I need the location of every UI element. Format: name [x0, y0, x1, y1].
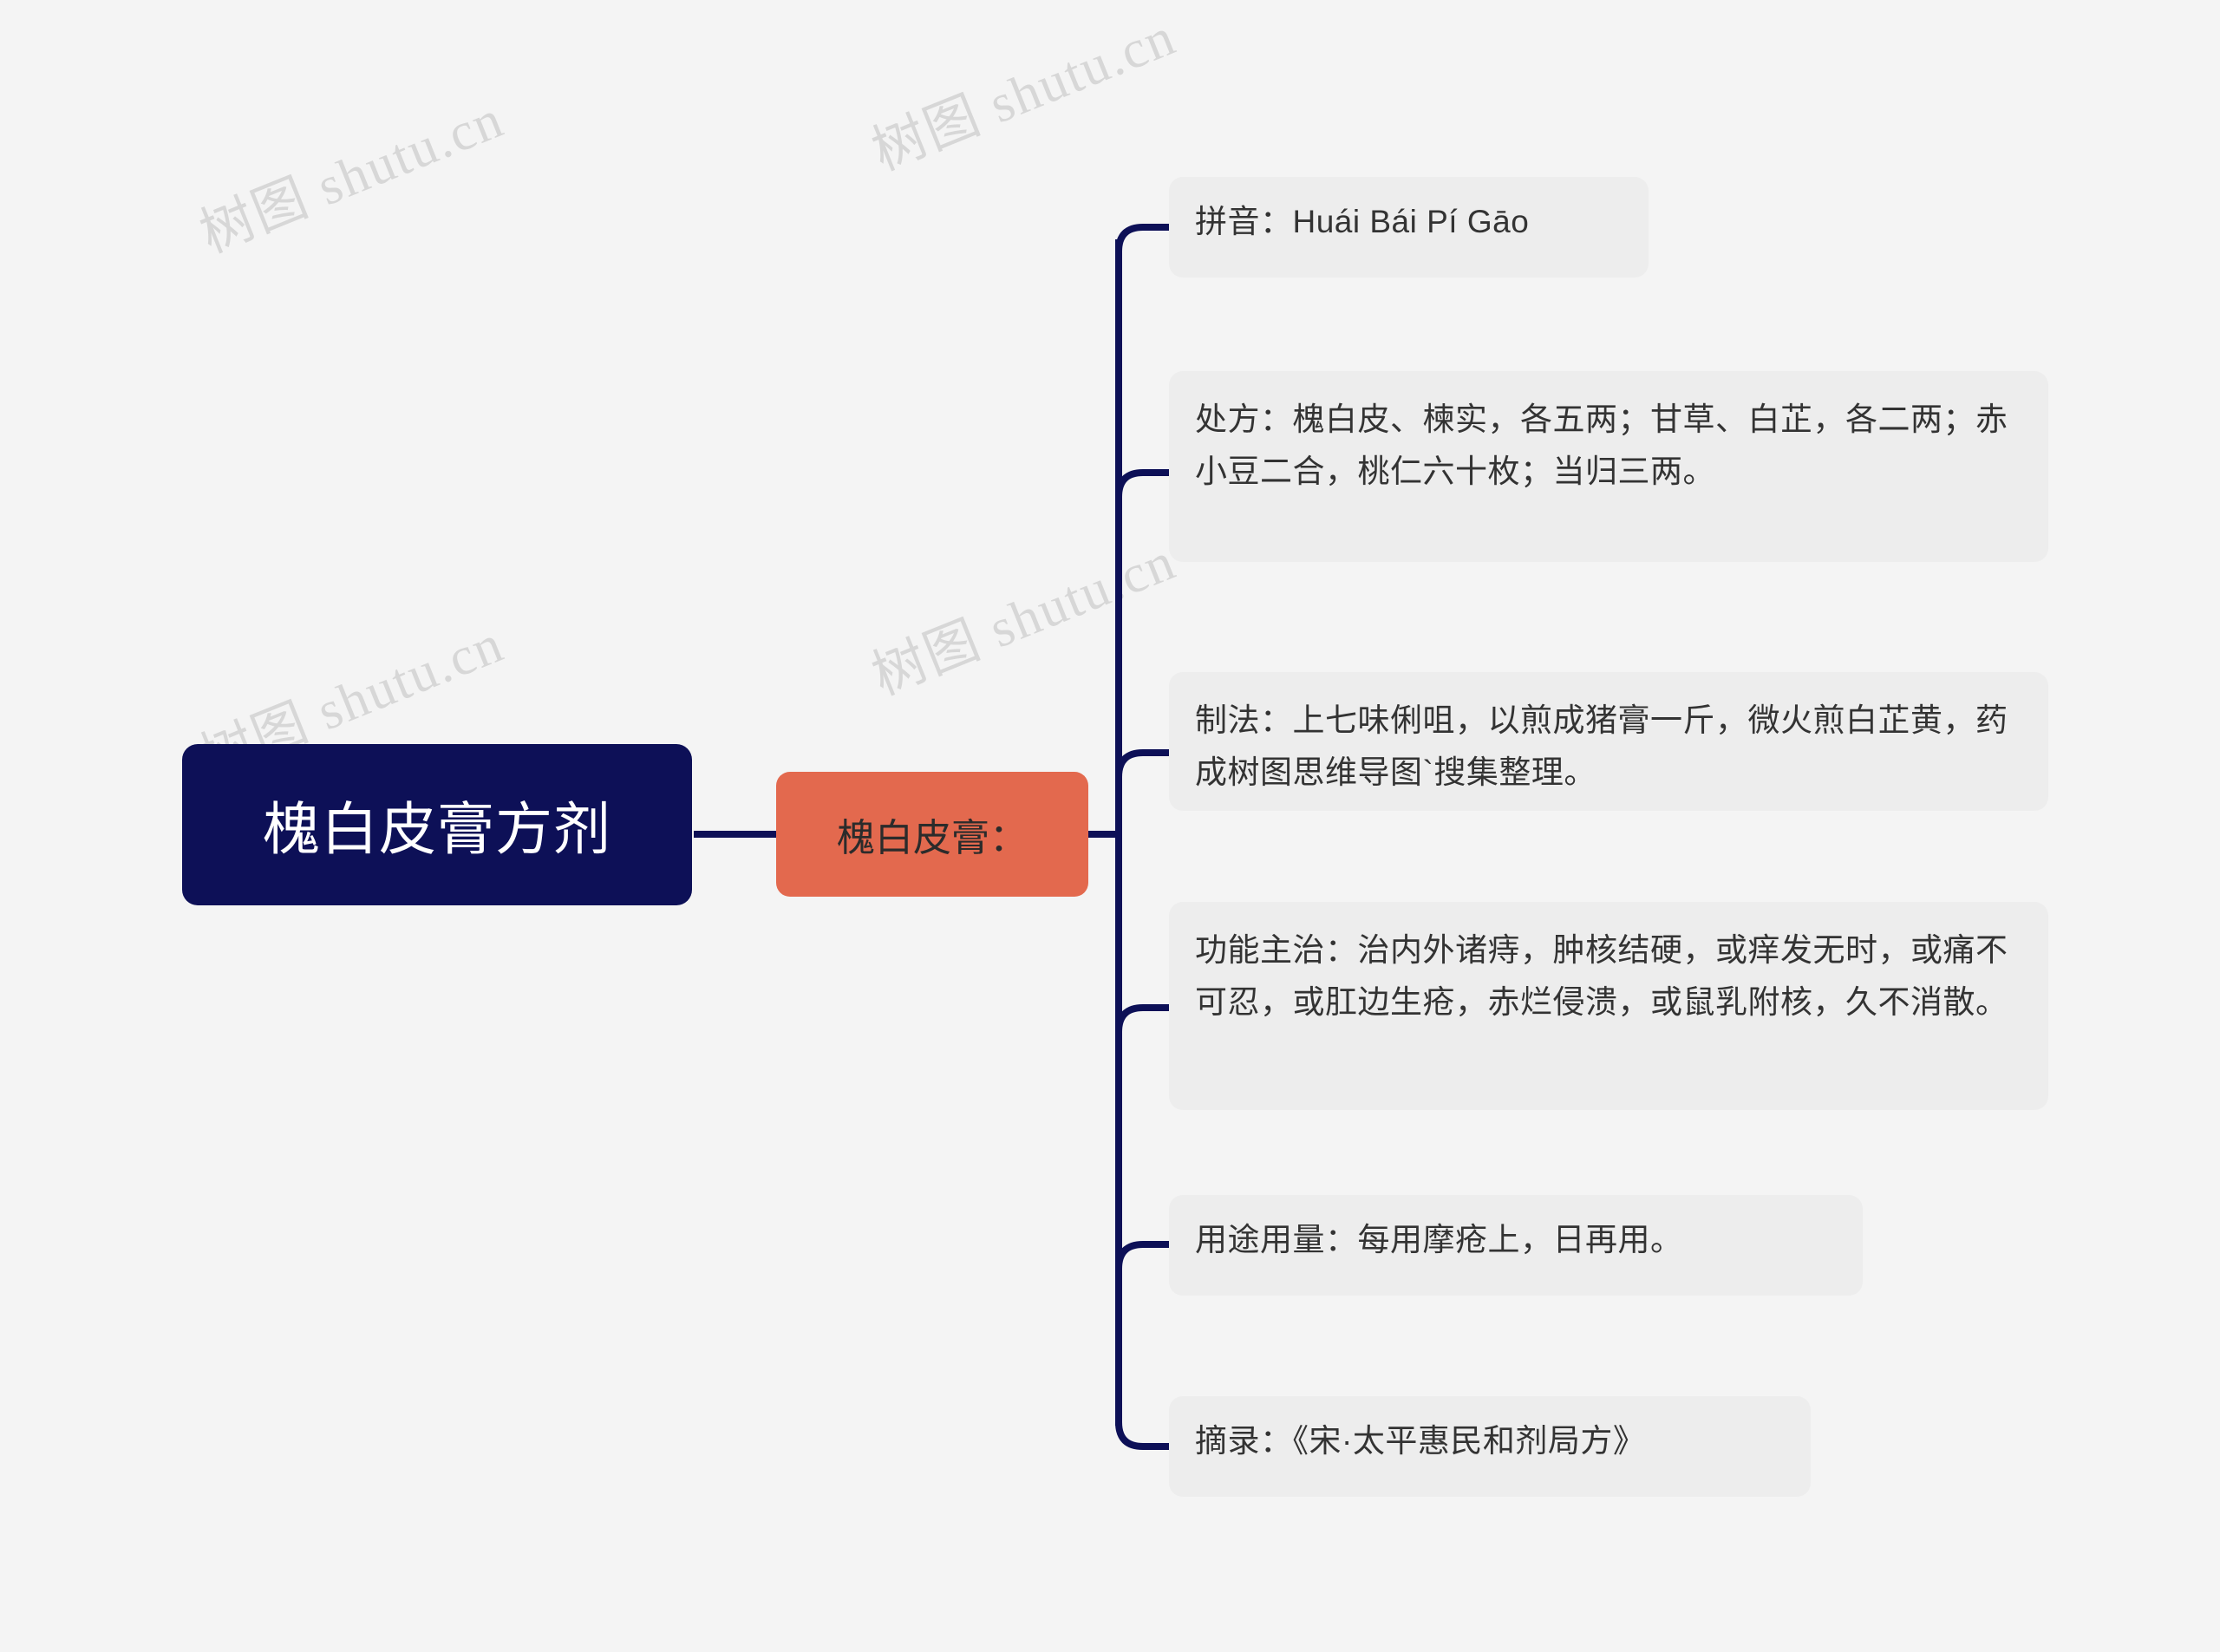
leaf-node-source[interactable]: 摘录：《宋·太平惠民和剂局方》: [1169, 1396, 1811, 1497]
edge-to-leaf-formula: [1115, 469, 1169, 498]
leaf-node-dosage[interactable]: 用途用量：每用摩疮上，日再用。: [1169, 1195, 1863, 1296]
branch-node-label: 槐白皮膏：: [837, 817, 1028, 859]
root-node-label: 槐白皮膏方剂: [263, 797, 611, 861]
leaf-node-pinyin-label: 拼音：Huái Bái Pí Gāo: [1195, 204, 1530, 239]
root-node[interactable]: 槐白皮膏方剂: [182, 744, 692, 905]
leaf-node-source-label: 摘录：《宋·太平惠民和剂局方》: [1195, 1423, 1646, 1459]
edge-to-leaf-pinyin: [1115, 224, 1169, 252]
leaf-node-pinyin[interactable]: 拼音：Huái Bái Pí Gāo: [1169, 177, 1649, 278]
leaf-node-method[interactable]: 制法：上七味俐咀，以煎成猪膏一斤，微火煎白芷黄，药成树图思维导图`搜集整理。: [1169, 672, 2048, 811]
leaf-node-formula[interactable]: 处方：槐白皮、楝实，各五两；甘草、白芷，各二两；赤小豆二合，桃仁六十枚；当归三两…: [1169, 371, 2048, 562]
leaf-node-function[interactable]: 功能主治：治内外诸痔，肿核结硬，或痒发无时，或痛不可忍，或肛边生疮，赤烂侵溃，或…: [1169, 902, 2048, 1110]
edge-to-leaf-source: [1115, 1421, 1169, 1450]
edge-to-leaf-function: [1115, 1004, 1169, 1033]
branch-node[interactable]: 槐白皮膏：: [776, 772, 1088, 897]
leaf-node-formula-label: 处方：槐白皮、楝实，各五两；甘草、白芷，各二两；赤小豆二合，桃仁六十枚；当归三两…: [1195, 402, 2008, 489]
leaf-node-dosage-label: 用途用量：每用摩疮上，日再用。: [1195, 1222, 1683, 1257]
leaf-node-function-label: 功能主治：治内外诸痔，肿核结硬，或痒发无时，或痛不可忍，或肛边生疮，赤烂侵溃，或…: [1195, 932, 2008, 1020]
leaf-node-method-label: 制法：上七味俐咀，以煎成猪膏一斤，微火煎白芷黄，药成树图思维导图`搜集整理。: [1195, 702, 2008, 790]
edge-to-leaf-dosage: [1115, 1241, 1169, 1270]
edge-to-leaf-method: [1115, 749, 1169, 778]
mindmap-canvas: 树图 shutu.cn 树图 shutu.cn 树图 shutu.cn 树图 shut…: [0, 0, 2220, 1652]
